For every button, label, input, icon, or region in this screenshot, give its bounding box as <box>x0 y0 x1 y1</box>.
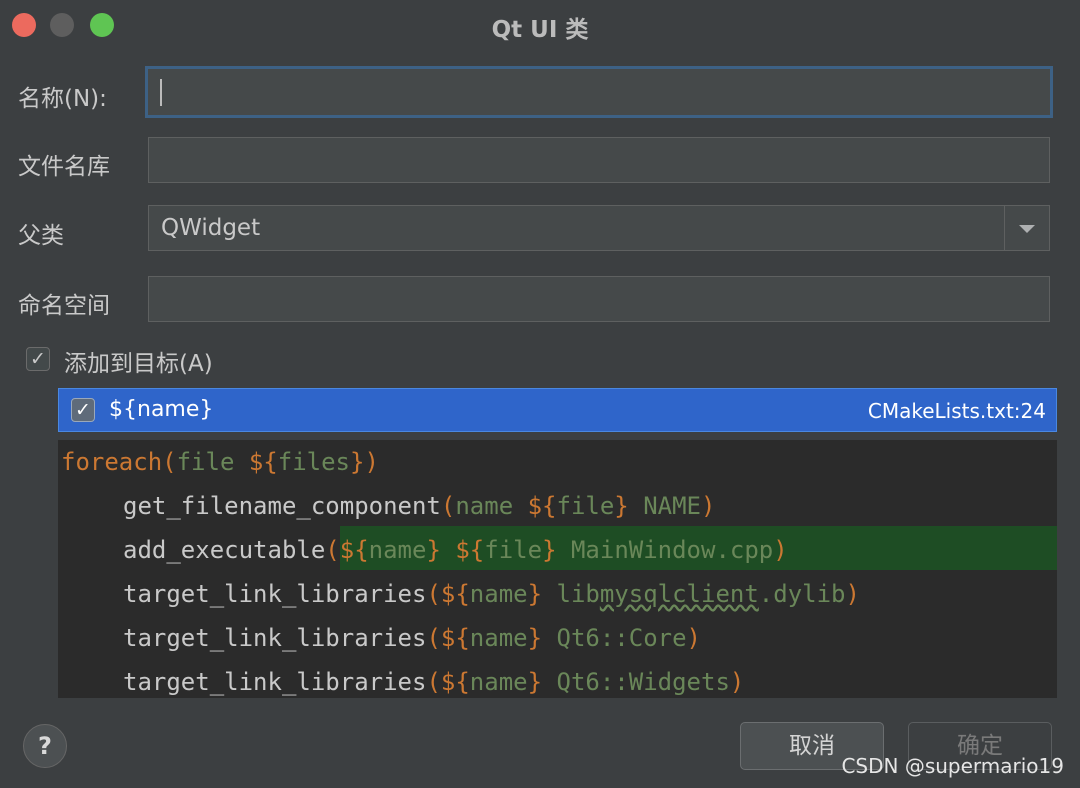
text-caret <box>160 79 162 106</box>
filename-input[interactable] <box>148 137 1050 183</box>
code-line-2: get_filename_component(name ${file} NAME… <box>123 492 716 520</box>
filename-label: 文件名库 <box>18 154 110 180</box>
code-line-6: target_link_libraries(${name} Qt6::Widge… <box>123 668 745 696</box>
add-to-target-checkbox[interactable]: ✓ <box>26 347 50 371</box>
chevron-down-icon[interactable] <box>1019 225 1035 233</box>
code-line-1: foreach(file ${files}) <box>61 448 379 476</box>
code-line-5: target_link_libraries(${name} Qt6::Core) <box>123 624 701 652</box>
target-name: ${name} <box>109 397 214 422</box>
name-label: 名称(N): <box>18 86 107 112</box>
add-to-target-label: 添加到目标(A) <box>64 351 213 377</box>
namespace-input[interactable] <box>148 276 1050 322</box>
target-list-item[interactable]: ✓ ${name} CMakeLists.txt:24 <box>58 388 1057 432</box>
title-bar: Qt UI 类 <box>0 0 1080 52</box>
code-line-3: add_executable(${name} ${file} MainWindo… <box>123 536 788 564</box>
code-preview: foreach(file ${files}) get_filename_comp… <box>58 440 1057 698</box>
code-line-4: target_link_libraries(${name} libmysqlcl… <box>123 580 860 608</box>
name-input[interactable] <box>145 66 1053 118</box>
namespace-label: 命名空间 <box>18 293 110 319</box>
watermark: CSDN @supermario19 <box>841 754 1064 778</box>
target-checkbox[interactable]: ✓ <box>71 398 95 422</box>
parent-class-label: 父类 <box>18 223 64 249</box>
window-title: Qt UI 类 <box>491 17 589 43</box>
help-button[interactable]: ? <box>23 724 67 768</box>
combo-separator <box>1004 206 1005 250</box>
parent-class-value: QWidget <box>161 215 261 241</box>
parent-class-select[interactable]: QWidget <box>148 205 1050 251</box>
target-file: CMakeLists.txt:24 <box>867 399 1046 423</box>
